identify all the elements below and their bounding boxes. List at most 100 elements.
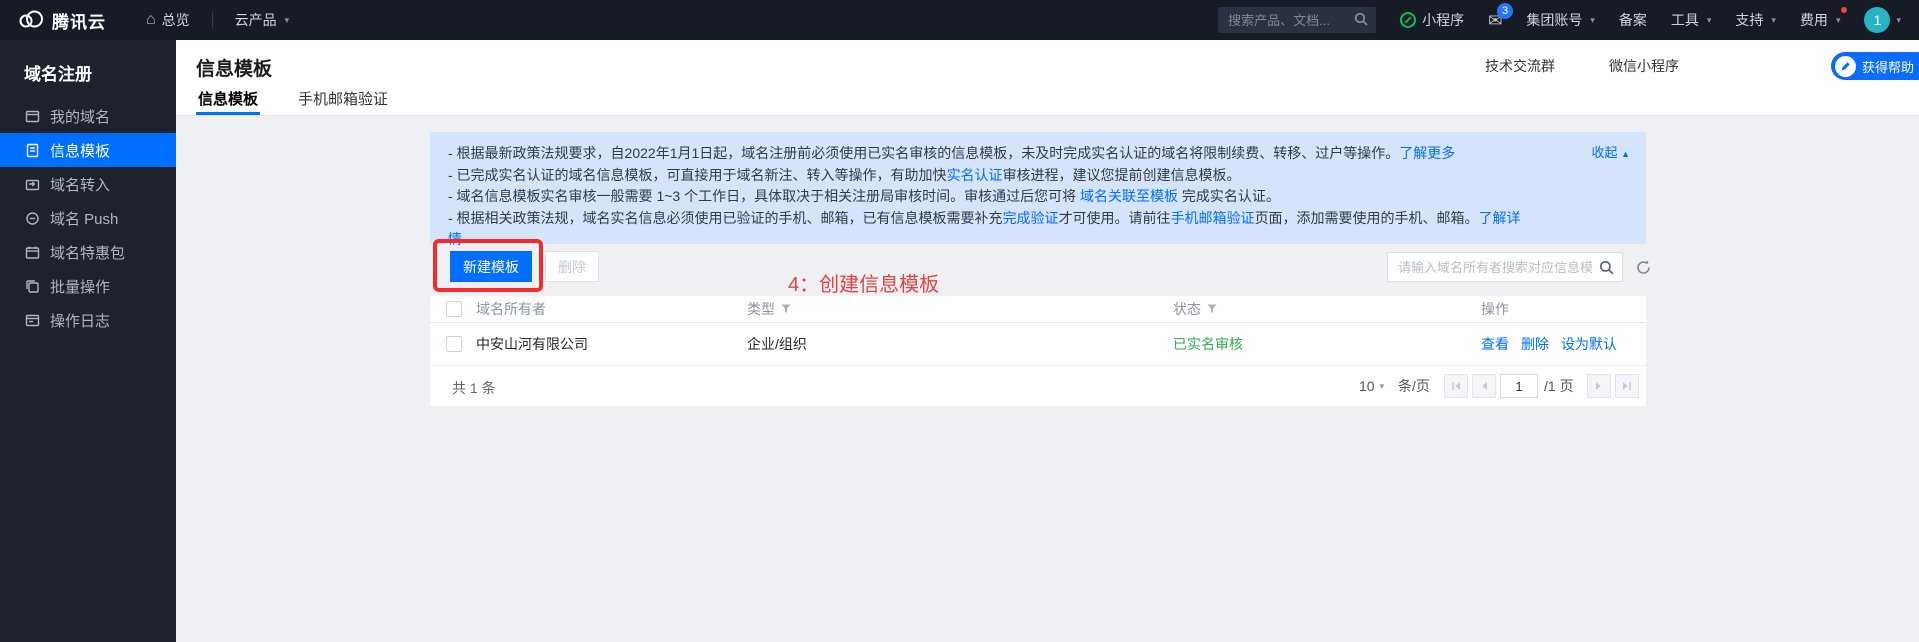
table-header: 域名所有者 类型 状态 操作 — [430, 296, 1646, 323]
notification-dot — [1841, 7, 1847, 13]
pagination-bar: 共 1 条 10 ▾ 条/页 /1 页 — [430, 366, 1646, 406]
phone-email-verify-link[interactable]: 手机邮箱验证 — [1171, 210, 1255, 226]
collapse-label: 收起 — [1591, 145, 1617, 160]
topnav-right: 小程序 ✉ 3 集团账号 ▾ 备案 工具 ▾ 支持 ▾ 费用 — [1218, 7, 1901, 33]
col-owner: 域名所有者 — [476, 296, 546, 322]
set-default-link[interactable]: 设为默认 — [1561, 334, 1617, 354]
sidebar-item-batch-ops[interactable]: 批量操作 — [0, 269, 176, 303]
nav-miniprogram[interactable]: 小程序 — [1400, 10, 1464, 30]
page-size-value: 10 — [1359, 378, 1375, 394]
tech-group-link[interactable]: 技术交流群 — [1485, 56, 1555, 76]
browser-window-icon — [24, 109, 40, 124]
nav-cloud-products-label: 云产品 — [235, 10, 277, 30]
avatar: 1 — [1864, 7, 1890, 33]
circle-minus-icon — [24, 211, 40, 226]
nav-overview[interactable]: ⌂ 总览 — [146, 10, 190, 30]
sidebar-item-label: 批量操作 — [50, 276, 110, 297]
select-all-checkbox[interactable] — [446, 301, 462, 317]
last-page-button[interactable] — [1615, 374, 1639, 398]
nav-icp[interactable]: 备案 — [1619, 10, 1647, 30]
prev-page-button[interactable] — [1472, 374, 1496, 398]
collapse-link[interactable]: 收起 ▲ — [1591, 142, 1630, 166]
search-icon[interactable] — [1354, 12, 1369, 30]
chevron-down-icon: ▾ — [1707, 15, 1712, 26]
sidebar-item-domain-push[interactable]: 域名 Push — [0, 201, 176, 235]
status-badge: 已实名审核 — [1173, 323, 1243, 365]
filter-icon[interactable] — [1207, 304, 1217, 314]
row-checkbox[interactable] — [446, 336, 462, 352]
chevron-down-icon: ▾ — [1590, 15, 1595, 26]
chevron-down-icon: ▾ — [1380, 381, 1385, 392]
help-icon — [1835, 56, 1856, 77]
learn-more-link[interactable]: 了解更多 — [1399, 145, 1455, 161]
sidebar-item-label: 域名转入 — [50, 174, 110, 195]
owner-search-box — [1387, 252, 1623, 282]
nav-billing[interactable]: 费用 ▾ — [1800, 10, 1841, 30]
complete-verify-link[interactable]: 完成验证 — [1003, 210, 1059, 226]
notice-line: - 域名信息模板实名审核一般需要 1~3 个工作日，具体取决于相关注册局审核时间… — [448, 186, 1526, 208]
nav-tools[interactable]: 工具 ▾ — [1671, 10, 1712, 30]
page-root: 腾讯云 ⌂ 总览 云产品 ▾ 小程序 — [0, 0, 1919, 642]
nav-account[interactable]: 1 ▾ — [1864, 7, 1901, 33]
nav-support[interactable]: 支持 ▾ — [1735, 10, 1776, 30]
page-number-input[interactable] — [1500, 374, 1538, 398]
col-action: 操作 — [1481, 296, 1509, 322]
notice-text: 页面，添加需要使用的手机、邮箱。 — [1255, 210, 1479, 226]
sidebar-title: 域名注册 — [0, 40, 176, 99]
nav-search-box — [1218, 7, 1376, 33]
next-page-button[interactable] — [1587, 374, 1611, 398]
delete-button[interactable]: 删除 — [545, 251, 599, 282]
layers-icon — [24, 279, 40, 294]
col-status-label: 状态 — [1173, 299, 1201, 319]
table-row: 中安山河有限公司 企业/组织 已实名审核 查看 删除 设为默认 — [430, 323, 1646, 366]
view-link[interactable]: 查看 — [1481, 334, 1509, 354]
search-icon[interactable] — [1599, 260, 1615, 281]
nav-support-label: 支持 — [1735, 10, 1763, 30]
notice-text: - 域名信息模板实名审核一般需要 1~3 个工作日，具体取决于相关注册局审核时间… — [448, 188, 1080, 204]
notice-text: 完成实名认证。 — [1178, 188, 1280, 204]
logo-text: 腾讯云 — [52, 8, 106, 33]
chevron-down-icon: ▾ — [285, 15, 290, 26]
log-icon — [24, 313, 40, 328]
realname-auth-link[interactable]: 实名认证 — [947, 167, 1003, 183]
owner-search-input[interactable] — [1388, 253, 1622, 281]
cloud-logo-icon — [18, 10, 44, 31]
nav-messages[interactable]: ✉ 3 — [1488, 12, 1502, 29]
delete-link[interactable]: 删除 — [1521, 334, 1549, 354]
first-page-button[interactable] — [1444, 374, 1468, 398]
calendar-icon — [24, 245, 40, 260]
sidebar-item-info-template[interactable]: 信息模板 — [0, 133, 176, 167]
owner-cell: 中安山河有限公司 — [476, 323, 588, 365]
sidebar-item-transfer-in[interactable]: 域名转入 — [0, 167, 176, 201]
tencent-cloud-logo[interactable]: 腾讯云 — [18, 8, 106, 33]
sidebar-item-bargain-pack[interactable]: 域名特惠包 — [0, 235, 176, 269]
nav-group-account[interactable]: 集团账号 ▾ — [1526, 10, 1595, 30]
sidebar-item-label: 我的域名 — [50, 106, 110, 127]
content-area: - 根据最新政策法规要求，自2022年1月1日起，域名注册前必须使用已实名审核的… — [176, 116, 1919, 642]
refresh-icon[interactable] — [1631, 255, 1655, 279]
wechat-mini-link[interactable]: 微信小程序 — [1609, 56, 1679, 76]
message-count-badge: 3 — [1497, 3, 1513, 19]
notice-text: 审核进程，建议您提前创建信息模板。 — [1003, 167, 1241, 183]
nav-search-input[interactable] — [1218, 7, 1376, 33]
tab-info-template[interactable]: 信息模板 — [196, 81, 260, 115]
link-domain-to-template-link[interactable]: 域名关联至模板 — [1080, 188, 1178, 204]
get-help-button[interactable]: 获得帮助 — [1831, 52, 1919, 80]
sidebar-item-op-logs[interactable]: 操作日志 — [0, 303, 176, 337]
page-size-unit: 条/页 — [1398, 374, 1430, 398]
nav-cloud-products[interactable]: 云产品 ▾ — [235, 10, 290, 30]
nav-group-account-label: 集团账号 — [1526, 10, 1582, 30]
nav-billing-label: 费用 — [1800, 10, 1828, 30]
sidebar-item-my-domains[interactable]: 我的域名 — [0, 99, 176, 133]
filter-icon[interactable] — [781, 304, 791, 314]
miniprogram-icon — [1400, 12, 1416, 28]
page-size-select[interactable]: 10 ▾ — [1359, 374, 1384, 398]
main-area: 信息模板 信息模板 手机邮箱验证 技术交流群 微信小程序 获得帮助 - 根据最新… — [176, 40, 1919, 642]
tab-bar: 信息模板 手机邮箱验证 — [196, 81, 426, 115]
create-template-button[interactable]: 新建模板 — [450, 251, 532, 282]
template-table: 域名所有者 类型 状态 操作 中安山河有限公司 企业/组织 已实名审核 — [430, 296, 1646, 406]
tab-phone-email-verify[interactable]: 手机邮箱验证 — [296, 81, 390, 115]
sidebar-item-label: 操作日志 — [50, 310, 110, 331]
notice-text: 才可使用。请前往 — [1059, 210, 1171, 226]
transfer-in-icon — [24, 177, 40, 192]
